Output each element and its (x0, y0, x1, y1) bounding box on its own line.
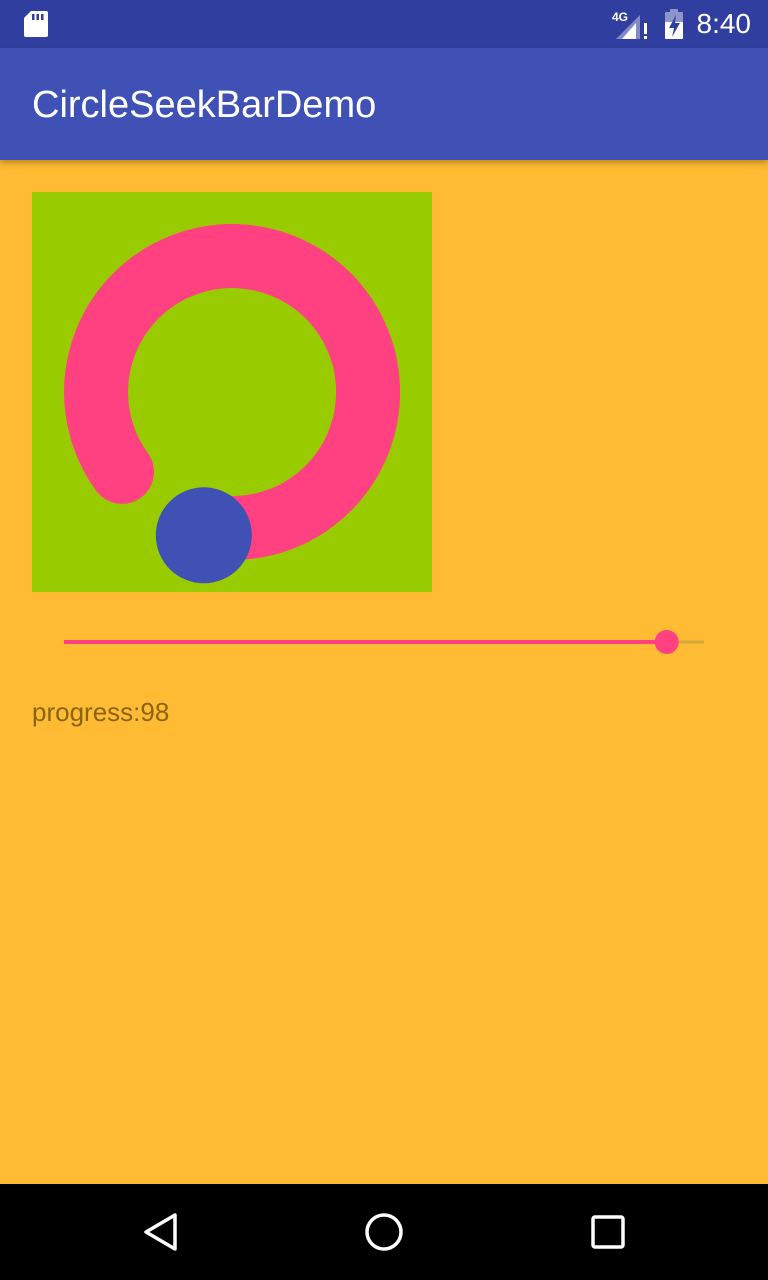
navigation-bar (0, 1184, 768, 1280)
seek-bar-thumb[interactable] (654, 630, 679, 654)
sd-card-icon (24, 11, 48, 37)
circle-seekbar[interactable] (32, 192, 432, 592)
cellular-signal-icon: 4G (612, 10, 647, 39)
recents-icon[interactable] (584, 1208, 632, 1256)
app-title: CircleSeekBarDemo (32, 84, 377, 126)
circle-seekbar-thumb[interactable] (155, 487, 252, 584)
progress-seek-bar[interactable] (64, 626, 704, 658)
status-time: 8:40 (696, 8, 752, 39)
main-content: progress:98 (0, 160, 768, 1184)
progress-label: progress:98 (32, 697, 170, 727)
back-icon[interactable] (136, 1208, 184, 1256)
battery-icon (665, 9, 683, 39)
home-icon[interactable] (360, 1208, 408, 1256)
status-bar: 4G 8:40 (0, 0, 768, 48)
svg-text:4G: 4G (612, 10, 628, 24)
app-bar: CircleSeekBarDemo (0, 48, 768, 160)
